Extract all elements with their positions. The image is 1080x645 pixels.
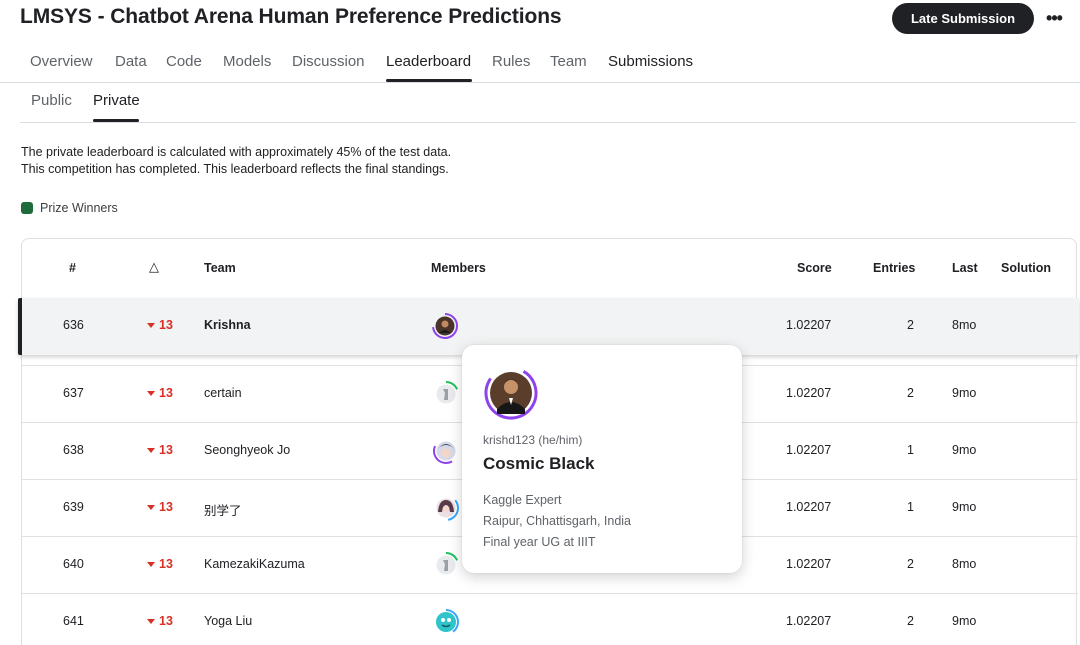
column-header-rank[interactable]: # [69, 261, 76, 275]
leaderboard-subtabs: Public Private [0, 83, 1080, 123]
column-header-delta[interactable]: △ [149, 259, 159, 275]
leaderboard-note-2: This competition has completed. This lea… [21, 162, 449, 176]
profile-occupation: Final year UG at IIIT [483, 535, 596, 549]
rank-value: 641 [63, 614, 84, 628]
prize-winners-label: Prize Winners [40, 201, 118, 215]
subtab-private[interactable]: Private [93, 92, 140, 109]
rank-change: 13 [147, 318, 173, 332]
score-value: 1.02207 [786, 500, 832, 514]
decrease-arrow-icon [147, 561, 155, 567]
more-options-icon[interactable]: ••• [1040, 4, 1068, 32]
entries-value: 2 [907, 386, 914, 400]
decrease-arrow-icon [147, 618, 155, 624]
rank-change: 13 [147, 614, 173, 628]
rank-change-value: 13 [159, 386, 173, 400]
selected-row-indicator [18, 298, 22, 355]
rank-change: 13 [147, 386, 173, 400]
column-header-solution[interactable]: Solution [1001, 261, 1051, 275]
tab-overview[interactable]: Overview [30, 53, 93, 70]
score-value: 1.02207 [786, 614, 832, 628]
entries-value: 2 [907, 614, 914, 628]
column-header-members[interactable]: Members [431, 261, 486, 275]
team-name[interactable]: Yoga Liu [204, 614, 252, 628]
leaderboard-note-1: The private leaderboard is calculated wi… [21, 145, 452, 159]
rank-value: 637 [63, 386, 84, 400]
profile-location: Raipur, Chhattisgarh, India [483, 514, 632, 528]
team-name[interactable]: Seonghyeok Jo [204, 443, 290, 457]
column-header-entries[interactable]: Entries [873, 261, 915, 275]
team-name[interactable]: Krishna [204, 318, 251, 332]
competition-tabs: Overview Data Code Models Discussion Lea… [0, 44, 1080, 83]
page-title: LMSYS - Chatbot Arena Human Preference P… [20, 5, 562, 28]
entries-value: 1 [907, 500, 914, 514]
team-name[interactable]: certain [204, 386, 242, 400]
user-hover-card: krishd123 (he/him) Cosmic Black Kaggle E… [462, 345, 742, 573]
tab-submissions[interactable]: Submissions [608, 53, 693, 70]
prize-swatch-icon [21, 202, 33, 214]
decrease-arrow-icon [147, 504, 155, 510]
entries-value: 1 [907, 443, 914, 457]
column-header-last[interactable]: Last [952, 261, 978, 275]
decrease-arrow-icon [147, 447, 155, 453]
last-submission: 9mo [952, 443, 977, 457]
dark-portrait-avatar[interactable] [431, 312, 459, 340]
rank-value: 636 [63, 318, 84, 332]
divider [20, 122, 1076, 123]
tab-code[interactable]: Code [166, 53, 202, 70]
entries-value: 2 [907, 557, 914, 571]
last-submission: 8mo [952, 318, 977, 332]
team-name[interactable]: 别学了 [204, 500, 242, 519]
tab-rules[interactable]: Rules [492, 53, 530, 70]
profile-handle[interactable]: krishd123 (he/him) [483, 433, 582, 447]
late-submission-button[interactable]: Late Submission [892, 3, 1034, 34]
prize-winners-legend: Prize Winners [21, 201, 118, 215]
rank-change-value: 13 [159, 557, 173, 571]
decrease-arrow-icon [147, 322, 155, 328]
score-value: 1.02207 [786, 443, 832, 457]
last-submission: 9mo [952, 386, 977, 400]
rank-change: 13 [147, 443, 173, 457]
rank-change: 13 [147, 557, 173, 571]
default-avatar[interactable] [432, 380, 460, 408]
column-header-team[interactable]: Team [204, 261, 236, 275]
decrease-arrow-icon [147, 390, 155, 396]
active-tab-indicator [386, 79, 472, 82]
rank-value: 640 [63, 557, 84, 571]
default-avatar[interactable] [432, 551, 460, 579]
rank-change: 13 [147, 500, 173, 514]
score-value: 1.02207 [786, 557, 832, 571]
anime-avatar[interactable] [432, 437, 460, 465]
rank-change-value: 13 [159, 500, 173, 514]
anime-girl-avatar[interactable] [432, 494, 460, 522]
tab-data[interactable]: Data [115, 53, 147, 70]
rank-change-value: 13 [159, 443, 173, 457]
tab-discussion[interactable]: Discussion [292, 53, 365, 70]
table-row[interactable]: 641 13 Yoga Liu 1.02207 2 9mo [22, 593, 1078, 645]
tab-leaderboard[interactable]: Leaderboard [386, 53, 471, 70]
subtab-public[interactable]: Public [31, 92, 72, 109]
profile-tier: Kaggle Expert [483, 493, 562, 507]
team-name[interactable]: KamezakiKazuma [204, 557, 305, 571]
tab-models[interactable]: Models [223, 53, 271, 70]
profile-avatar[interactable] [483, 365, 539, 421]
score-value: 1.02207 [786, 386, 832, 400]
last-submission: 9mo [952, 500, 977, 514]
rank-value: 638 [63, 443, 84, 457]
rank-change-value: 13 [159, 318, 173, 332]
last-submission: 9mo [952, 614, 977, 628]
column-header-score[interactable]: Score [797, 261, 832, 275]
entries-value: 2 [907, 318, 914, 332]
teal-cartoon-avatar[interactable] [432, 608, 460, 636]
score-value: 1.02207 [786, 318, 832, 332]
last-submission: 8mo [952, 557, 977, 571]
tab-team[interactable]: Team [550, 53, 587, 70]
profile-display-name[interactable]: Cosmic Black [483, 454, 595, 474]
rank-value: 639 [63, 500, 84, 514]
rank-change-value: 13 [159, 614, 173, 628]
